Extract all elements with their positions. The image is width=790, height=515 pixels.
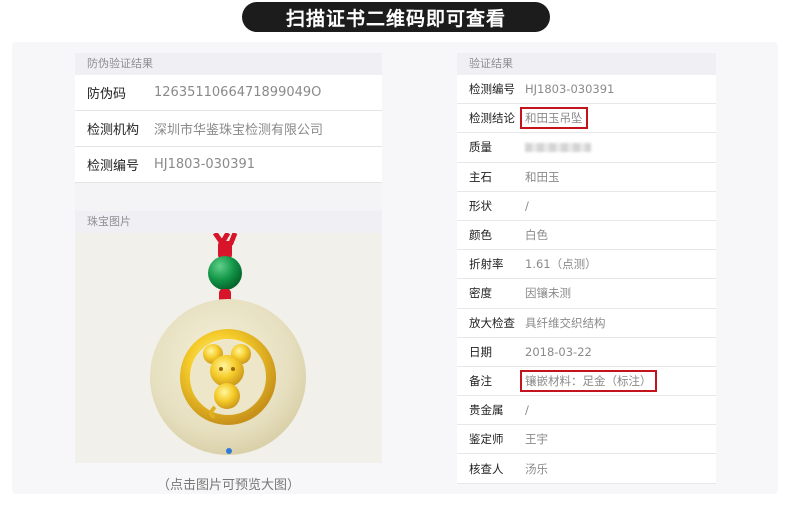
- result-row-weight: 质量: [457, 133, 716, 163]
- result-row-test-number: 检测编号 HJ1803-030391: [457, 75, 716, 105]
- result-row-magnification: 放大检查 具纤维交织结构: [457, 308, 716, 338]
- row-value: 具纤维交织结构: [525, 315, 606, 330]
- test-number-row: 检测编号 HJ1803-030391: [75, 147, 382, 183]
- row-value: 汤乐: [525, 461, 548, 476]
- jewelry-image[interactable]: [75, 233, 382, 463]
- row-label: 检测编号: [469, 82, 515, 97]
- result-row-color: 颜色 白色: [457, 220, 716, 251]
- row-label: 放大检查: [469, 315, 515, 330]
- result-row-conclusion: 检测结论 和田玉吊坠: [457, 104, 716, 134]
- row-label: 质量: [469, 140, 492, 155]
- row-label: 检测编号: [87, 159, 140, 174]
- banner-title: 扫描证书二维码即可查看: [285, 7, 506, 30]
- row-value: 2018-03-22: [525, 344, 592, 359]
- jade-pendant-illustration: [75, 233, 382, 463]
- result-row-checker: 核查人 汤乐: [457, 454, 716, 484]
- result-row-precious-metal: 贵金属 /: [457, 396, 716, 426]
- anti-counterfeit-code-row: 防伪码 1263511066471899049O: [75, 75, 382, 111]
- image-preview-hint: （点击图片可预览大图）: [156, 478, 300, 493]
- row-label: 鉴定师: [469, 432, 504, 447]
- highlighted-remark-value: 镶嵌材料：足金（标注）: [520, 369, 657, 392]
- row-label: 折射率: [469, 257, 504, 272]
- jewelry-image-section-title: 珠宝图片: [75, 211, 382, 233]
- row-label: 核查人: [469, 461, 504, 476]
- row-value: /: [525, 403, 529, 418]
- row-value: 深圳市华鉴珠宝检测有限公司: [154, 123, 324, 138]
- row-label: 形状: [469, 198, 492, 213]
- result-row-main-stone: 主石 和田玉: [457, 162, 716, 192]
- result-row-appraiser: 鉴定师 王宇: [457, 425, 716, 455]
- row-value: /: [525, 198, 529, 213]
- row-label: 日期: [469, 344, 492, 359]
- header-banner: 扫描证书二维码即可查看: [242, 2, 550, 32]
- row-label: 主石: [469, 169, 492, 184]
- highlighted-conclusion-value: 和田玉吊坠: [520, 107, 588, 130]
- section-spacer: [75, 183, 382, 211]
- row-label: 检测机构: [87, 123, 140, 138]
- row-value: HJ1803-030391: [525, 82, 615, 97]
- row-value: 和田玉: [525, 169, 560, 184]
- row-label: 密度: [469, 286, 492, 301]
- row-label: 贵金属: [469, 403, 504, 418]
- result-row-date: 日期 2018-03-22: [457, 337, 716, 367]
- row-value: 王宇: [525, 432, 548, 447]
- result-row-shape: 形状 /: [457, 191, 716, 221]
- result-row-refractive-index: 折射率 1.61（点测）: [457, 250, 716, 280]
- row-value: 因镶未测: [525, 286, 571, 301]
- row-value: 1.61（点测）: [525, 257, 597, 272]
- blurred-weight-value: [525, 142, 591, 152]
- row-label: 检测结论: [469, 111, 515, 126]
- row-value: 白色: [525, 228, 548, 243]
- testing-agency-row: 检测机构 深圳市华鉴珠宝检测有限公司: [75, 111, 382, 147]
- verification-result-panel: 验证结果 检测编号 HJ1803-030391 检测结论 和田玉吊坠 质量 主石…: [457, 53, 716, 484]
- row-value: 1263511066471899049O: [154, 85, 322, 100]
- anti-counterfeit-panel: 防伪验证结果 防伪码 1263511066471899049O 检测机构 深圳市…: [75, 53, 382, 463]
- row-label: 备注: [469, 373, 492, 388]
- result-row-density: 密度 因镶未测: [457, 279, 716, 309]
- row-label: 颜色: [469, 228, 492, 243]
- anti-counterfeit-section-title: 防伪验证结果: [75, 53, 382, 75]
- row-value: HJ1803-030391: [154, 157, 256, 172]
- verification-section-title: 验证结果: [457, 53, 716, 75]
- result-row-remark: 备注 镶嵌材料：足金（标注）: [457, 366, 716, 397]
- row-label: 防伪码: [87, 87, 127, 102]
- carousel-page-indicator[interactable]: [226, 448, 232, 454]
